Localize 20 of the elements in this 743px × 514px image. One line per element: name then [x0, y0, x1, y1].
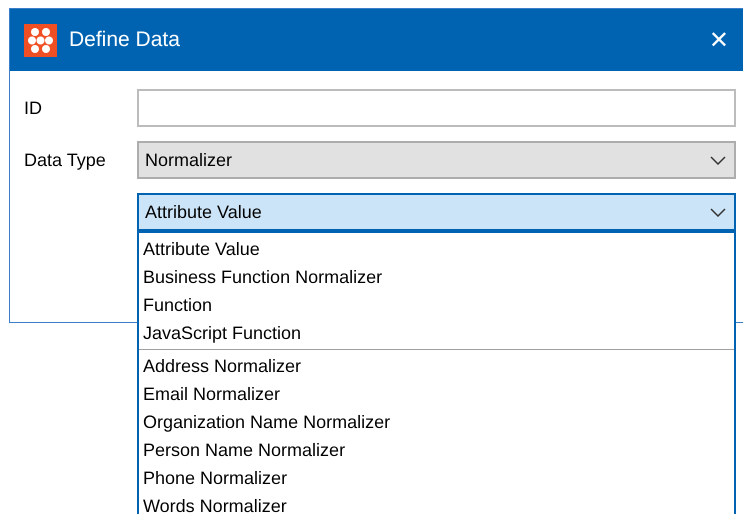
chevron-down-icon: [710, 156, 726, 164]
dropdown-option[interactable]: Organization Name Normalizer: [143, 408, 734, 436]
dropdown-field[interactable]: Normalizer: [137, 141, 736, 179]
dropdown-option[interactable]: Business Function Normalizer: [143, 263, 734, 291]
dropdown-option[interactable]: Person Name Normalizer: [143, 436, 734, 464]
close-button[interactable]: ✕: [704, 26, 733, 54]
dropdown-option[interactable]: Function: [143, 291, 734, 319]
input-field[interactable]: [137, 89, 736, 127]
app-logo-icon: [24, 24, 57, 56]
dropdown-option[interactable]: Address Normalizer: [143, 352, 734, 380]
chevron-down-icon: [710, 208, 726, 216]
field-label: ID: [24, 98, 43, 118]
field-label: Data Type: [24, 150, 107, 170]
dropdown-option[interactable]: JavaScript Function: [143, 319, 734, 347]
dropdown-option[interactable]: Words Normalizer: [143, 492, 734, 514]
dropdown-field[interactable]: Attribute Value: [137, 193, 736, 231]
dropdown-option[interactable]: Phone Normalizer: [143, 464, 734, 492]
window-title: Define Data: [69, 28, 181, 52]
dropdown-option[interactable]: Attribute Value: [143, 235, 734, 263]
dropdown-option[interactable]: Email Normalizer: [143, 380, 734, 408]
